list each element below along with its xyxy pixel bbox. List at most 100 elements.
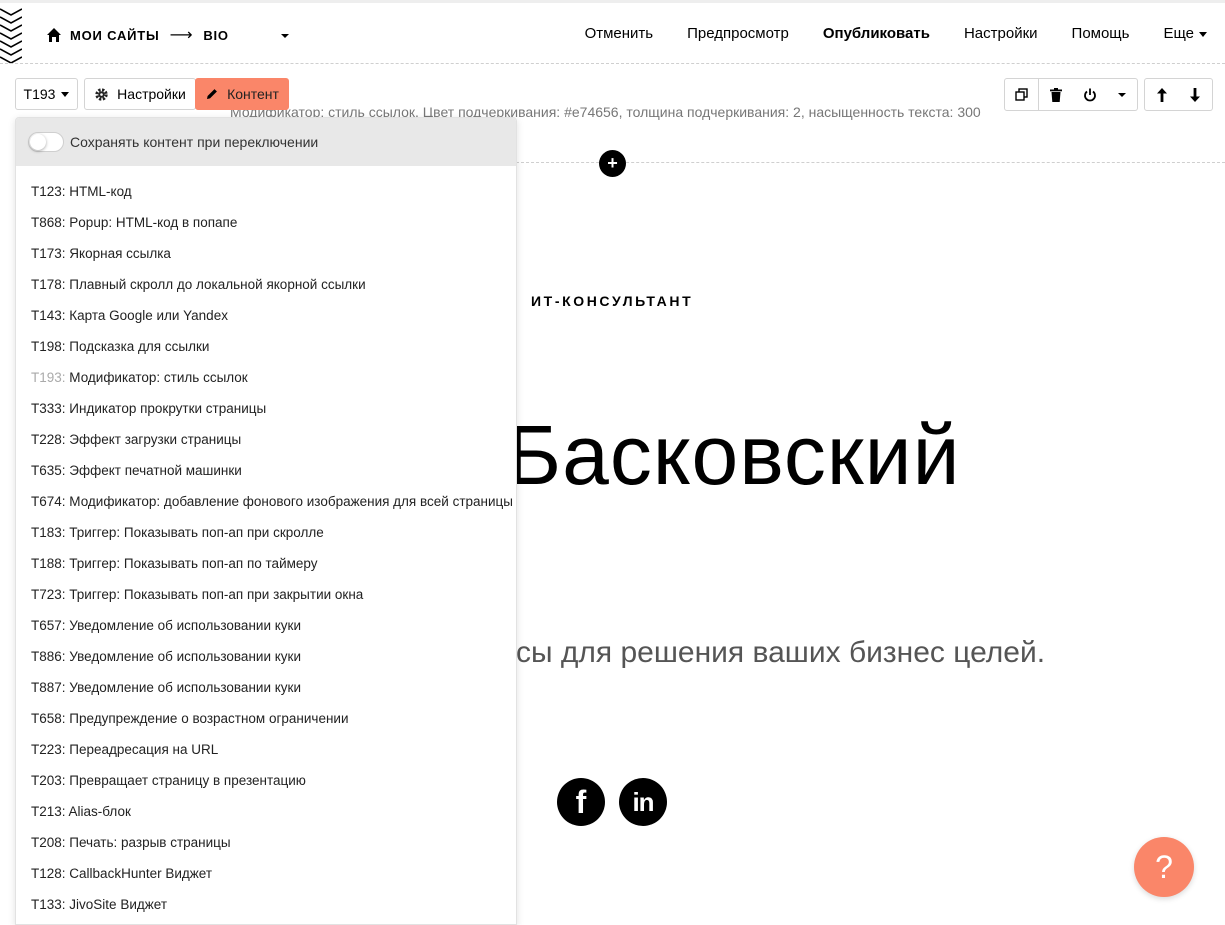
block-type-code: T657: <box>31 618 66 633</box>
block-type-option[interactable]: T178: Плавный скролл до локальной якорно… <box>16 269 516 300</box>
block-type-option[interactable]: T208: Печать: разрыв страницы <box>16 827 516 858</box>
move-block-up-button[interactable] <box>1144 78 1179 111</box>
block-type-option[interactable]: T887: Уведомление об использовании куки <box>16 672 516 703</box>
block-type-option[interactable]: T143: Карта Google или Yandex <box>16 300 516 331</box>
block-type-option[interactable]: T198: Подсказка для ссылки <box>16 331 516 362</box>
publish-button[interactable]: Опубликовать <box>823 25 930 42</box>
block-type-option[interactable]: T128: CallbackHunter Виджет <box>16 858 516 889</box>
more-menu-label: Еще <box>1163 25 1194 42</box>
breadcrumb-current-page[interactable]: BIO <box>203 28 229 43</box>
block-type-code: T887: <box>31 680 66 695</box>
block-type-option[interactable]: T183: Триггер: Показывать поп-ап при скр… <box>16 517 516 548</box>
block-type-title: Эффект печатной машинки <box>69 463 242 478</box>
block-more-button[interactable] <box>1107 78 1138 111</box>
block-type-option[interactable]: T123: HTML-код <box>16 176 516 207</box>
block-type-code: T674: <box>31 494 66 509</box>
block-type-button[interactable]: T193 <box>15 78 78 110</box>
block-type-title: Переадресация на URL <box>69 742 219 757</box>
block-type-code: T658: <box>31 711 66 726</box>
settings-link[interactable]: Настройки <box>964 25 1038 42</box>
hero-name: Басковский <box>506 408 961 502</box>
block-type-code: T188: <box>31 556 66 571</box>
home-icon[interactable] <box>46 27 62 43</box>
block-type-title: Модификатор: стиль ссылок <box>69 370 248 385</box>
gear-icon <box>95 87 108 101</box>
breadcrumb: МОИ САЙТЫ ⟶ BIO <box>46 25 229 45</box>
block-type-option[interactable]: T188: Триггер: Показывать поп-ап по тайм… <box>16 548 516 579</box>
more-menu[interactable]: Еще <box>1163 25 1207 42</box>
block-type-code: T173: <box>31 246 66 261</box>
block-settings-button[interactable]: Настройки <box>84 78 196 110</box>
block-type-option[interactable]: T635: Эффект печатной машинки <box>16 455 516 486</box>
block-type-option[interactable]: T203: Превращает страницу в презентацию <box>16 765 516 796</box>
facebook-icon[interactable]: f <box>557 778 605 826</box>
block-type-option[interactable]: T173: Якорная ссылка <box>16 238 516 269</box>
duplicate-block-button[interactable] <box>1004 78 1039 111</box>
block-type-code: T133: <box>31 897 66 912</box>
keep-content-row: Сохранять контент при переключении <box>16 118 516 166</box>
help-link[interactable]: Помощь <box>1072 25 1130 42</box>
page-select-caret-icon[interactable] <box>278 31 292 41</box>
top-navbar: МОИ САЙТЫ ⟶ BIO Отменить Предпросмотр Оп… <box>0 0 1225 64</box>
block-type-option[interactable]: T333: Индикатор прокрутки страницы <box>16 393 516 424</box>
block-type-title: Эффект загрузки страницы <box>69 432 242 447</box>
block-type-option[interactable]: T658: Предупреждение о возрастном ограни… <box>16 703 516 734</box>
block-type-code: T223: <box>31 742 66 757</box>
caret-down-icon <box>61 91 70 97</box>
block-type-code: T123: <box>31 184 66 199</box>
block-type-title: HTML-код <box>69 184 132 199</box>
trash-icon <box>1050 87 1062 102</box>
block-type-option[interactable]: T138: Chatra Виджет <box>16 920 516 924</box>
block-type-title: Popup: HTML-код в попапе <box>69 215 238 230</box>
block-type-option[interactable]: T213: Alias-блок <box>16 796 516 827</box>
block-type-title: CallbackHunter Виджет <box>69 866 213 881</box>
linkedin-icon[interactable]: in <box>619 778 667 826</box>
toggle-block-visibility-button[interactable] <box>1073 78 1108 111</box>
block-content-label: Контент <box>227 86 279 102</box>
block-type-label: T193 <box>23 86 56 102</box>
block-type-option[interactable]: T193: Модификатор: стиль ссылок <box>16 362 516 393</box>
block-type-code: T128: <box>31 866 66 881</box>
arrow-down-icon <box>1190 87 1200 102</box>
long-arrow-right-icon: ⟶ <box>169 27 194 44</box>
block-type-list: T123: HTML-код T868: Popup: HTML-код в по… <box>16 166 516 924</box>
block-type-option[interactable]: T133: JivoSite Виджет <box>16 889 516 920</box>
keep-content-toggle[interactable] <box>28 132 64 152</box>
block-type-code: T228: <box>31 432 66 447</box>
block-type-code: T198: <box>31 339 66 354</box>
block-type-code: T635: <box>31 463 66 478</box>
block-type-title: Триггер: Показывать поп-ап при закрытии … <box>69 587 364 602</box>
breadcrumb-my-sites[interactable]: МОИ САЙТЫ <box>70 28 160 43</box>
block-type-code: T868: <box>31 215 66 230</box>
block-settings-label: Настройки <box>117 86 186 102</box>
block-type-title: Уведомление об использовании куки <box>69 680 301 695</box>
help-button[interactable]: ? <box>1134 837 1194 897</box>
preview-button[interactable]: Предпросмотр <box>687 25 789 42</box>
arrow-up-icon <box>1156 87 1167 102</box>
move-block-down-button[interactable] <box>1178 78 1213 111</box>
block-type-title: Якорная ссылка <box>69 246 171 261</box>
delete-block-button[interactable] <box>1039 78 1074 111</box>
top-menu: Отменить Предпросмотр Опубликовать Настр… <box>551 25 1207 42</box>
block-type-option[interactable]: T657: Уведомление об использовании куки <box>16 610 516 641</box>
block-type-option[interactable]: T886: Уведомление об использовании куки <box>16 641 516 672</box>
block-type-option[interactable]: T868: Popup: HTML-код в попапе <box>16 207 516 238</box>
block-content-button[interactable]: Контент <box>195 78 289 110</box>
block-type-title: Триггер: Показывать поп-ап по таймеру <box>69 556 318 571</box>
block-type-title: Индикатор прокрутки страницы <box>69 401 267 416</box>
block-type-title: Подсказка для ссылки <box>69 339 210 354</box>
cancel-button[interactable]: Отменить <box>585 25 654 42</box>
block-type-title: Плавный скролл до локальной якорной ссыл… <box>69 277 366 292</box>
block-type-title: Уведомление об использовании куки <box>69 649 301 664</box>
copy-icon <box>1015 88 1028 101</box>
block-type-code: T333: <box>31 401 66 416</box>
caret-down-icon <box>1118 92 1126 97</box>
block-type-option[interactable]: T223: Переадресация на URL <box>16 734 516 765</box>
block-type-option[interactable]: T228: Эффект загрузки страницы <box>16 424 516 455</box>
block-type-option[interactable]: T723: Триггер: Показывать поп-ап при зак… <box>16 579 516 610</box>
zigzag-logo-icon[interactable] <box>0 5 22 65</box>
hero-subtitle: ИТ-КОНСУЛЬТАНТ <box>531 293 694 309</box>
block-type-option[interactable]: T674: Модификатор: добавление фонового и… <box>16 486 516 517</box>
block-type-title: Alias-блок <box>68 804 131 819</box>
add-block-button[interactable]: + <box>599 150 626 177</box>
